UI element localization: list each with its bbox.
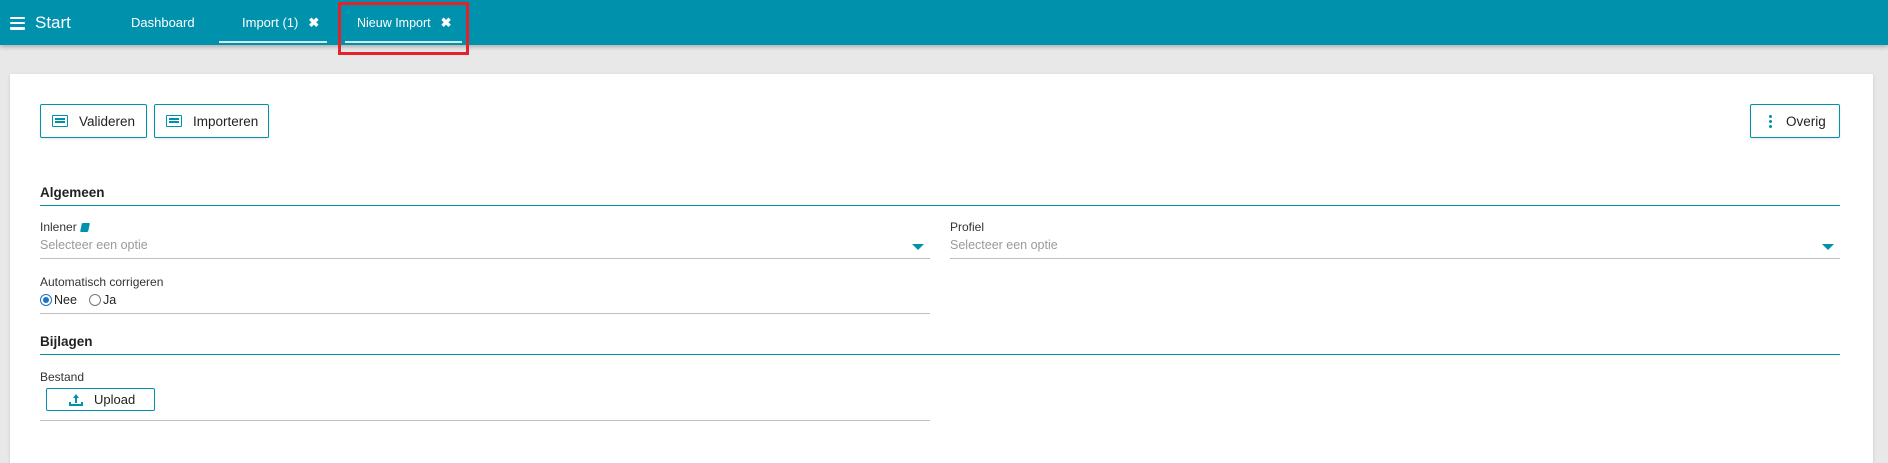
top-bar: Start Dashboard Import (1) ✖ Nieuw Impor… xyxy=(0,0,1888,45)
upload-label: Upload xyxy=(94,392,136,407)
start-label: Start xyxy=(35,13,71,32)
chevron-down-icon[interactable] xyxy=(1822,244,1834,250)
inlener-select[interactable]: Selecteer een optie xyxy=(40,238,148,252)
import-label: Importeren xyxy=(193,113,259,129)
import-form-card: Valideren Importeren Overig Algemeen Inl… xyxy=(10,74,1873,463)
tab-underline xyxy=(345,41,462,43)
validate-label: Valideren xyxy=(79,113,136,129)
auto-correct-label: Automatisch corrigeren xyxy=(40,275,164,289)
profiel-underline xyxy=(950,258,1840,259)
section-title-attachments: Bijlagen xyxy=(40,334,93,349)
more-button[interactable]: Overig xyxy=(1750,104,1840,138)
section-title-general: Algemeen xyxy=(40,185,105,200)
upload-icon xyxy=(69,393,83,406)
section-divider xyxy=(40,354,1840,355)
inlener-label: Inlener xyxy=(40,220,77,234)
profiel-select[interactable]: Selecteer een optie xyxy=(950,238,1058,252)
inlener-underline xyxy=(40,258,930,259)
start-menu-button[interactable]: Start xyxy=(10,12,71,34)
tab-import[interactable]: Import (1) ✖ xyxy=(219,0,327,45)
book-icon[interactable] xyxy=(79,223,90,232)
auto-correct-underline xyxy=(40,313,930,314)
tab-label: Import (1) xyxy=(242,15,299,30)
import-button[interactable]: Importeren xyxy=(154,104,269,138)
inlener-label-wrap: Inlener xyxy=(40,220,90,234)
radio-nee-label: Nee xyxy=(54,293,77,307)
profiel-label: Profiel xyxy=(950,220,985,234)
chevron-down-icon[interactable] xyxy=(912,244,924,250)
tab-label: Dashboard xyxy=(131,15,195,30)
bestand-label: Bestand xyxy=(40,370,85,384)
hamburger-icon xyxy=(10,16,25,30)
radio-ja-label: Ja xyxy=(102,293,117,307)
list-icon xyxy=(166,115,182,127)
radio-nee[interactable] xyxy=(40,294,52,306)
section-divider xyxy=(40,205,1840,206)
close-icon[interactable]: ✖ xyxy=(308,15,319,31)
auto-correct-radio-group: Nee Ja xyxy=(40,293,128,307)
validate-button[interactable]: Valideren xyxy=(40,104,147,138)
more-vertical-icon xyxy=(1769,114,1772,128)
tab-nieuw-import[interactable]: Nieuw Import ✖ xyxy=(338,0,469,45)
upload-button[interactable]: Upload xyxy=(46,388,155,411)
tab-label: Nieuw Import xyxy=(357,15,431,30)
close-icon[interactable]: ✖ xyxy=(441,15,452,31)
more-label: Overig xyxy=(1786,113,1826,129)
tab-underline xyxy=(219,41,327,43)
bestand-underline xyxy=(40,420,930,421)
tab-dashboard[interactable]: Dashboard xyxy=(131,0,195,45)
radio-ja[interactable] xyxy=(88,294,101,306)
list-icon xyxy=(52,115,68,127)
